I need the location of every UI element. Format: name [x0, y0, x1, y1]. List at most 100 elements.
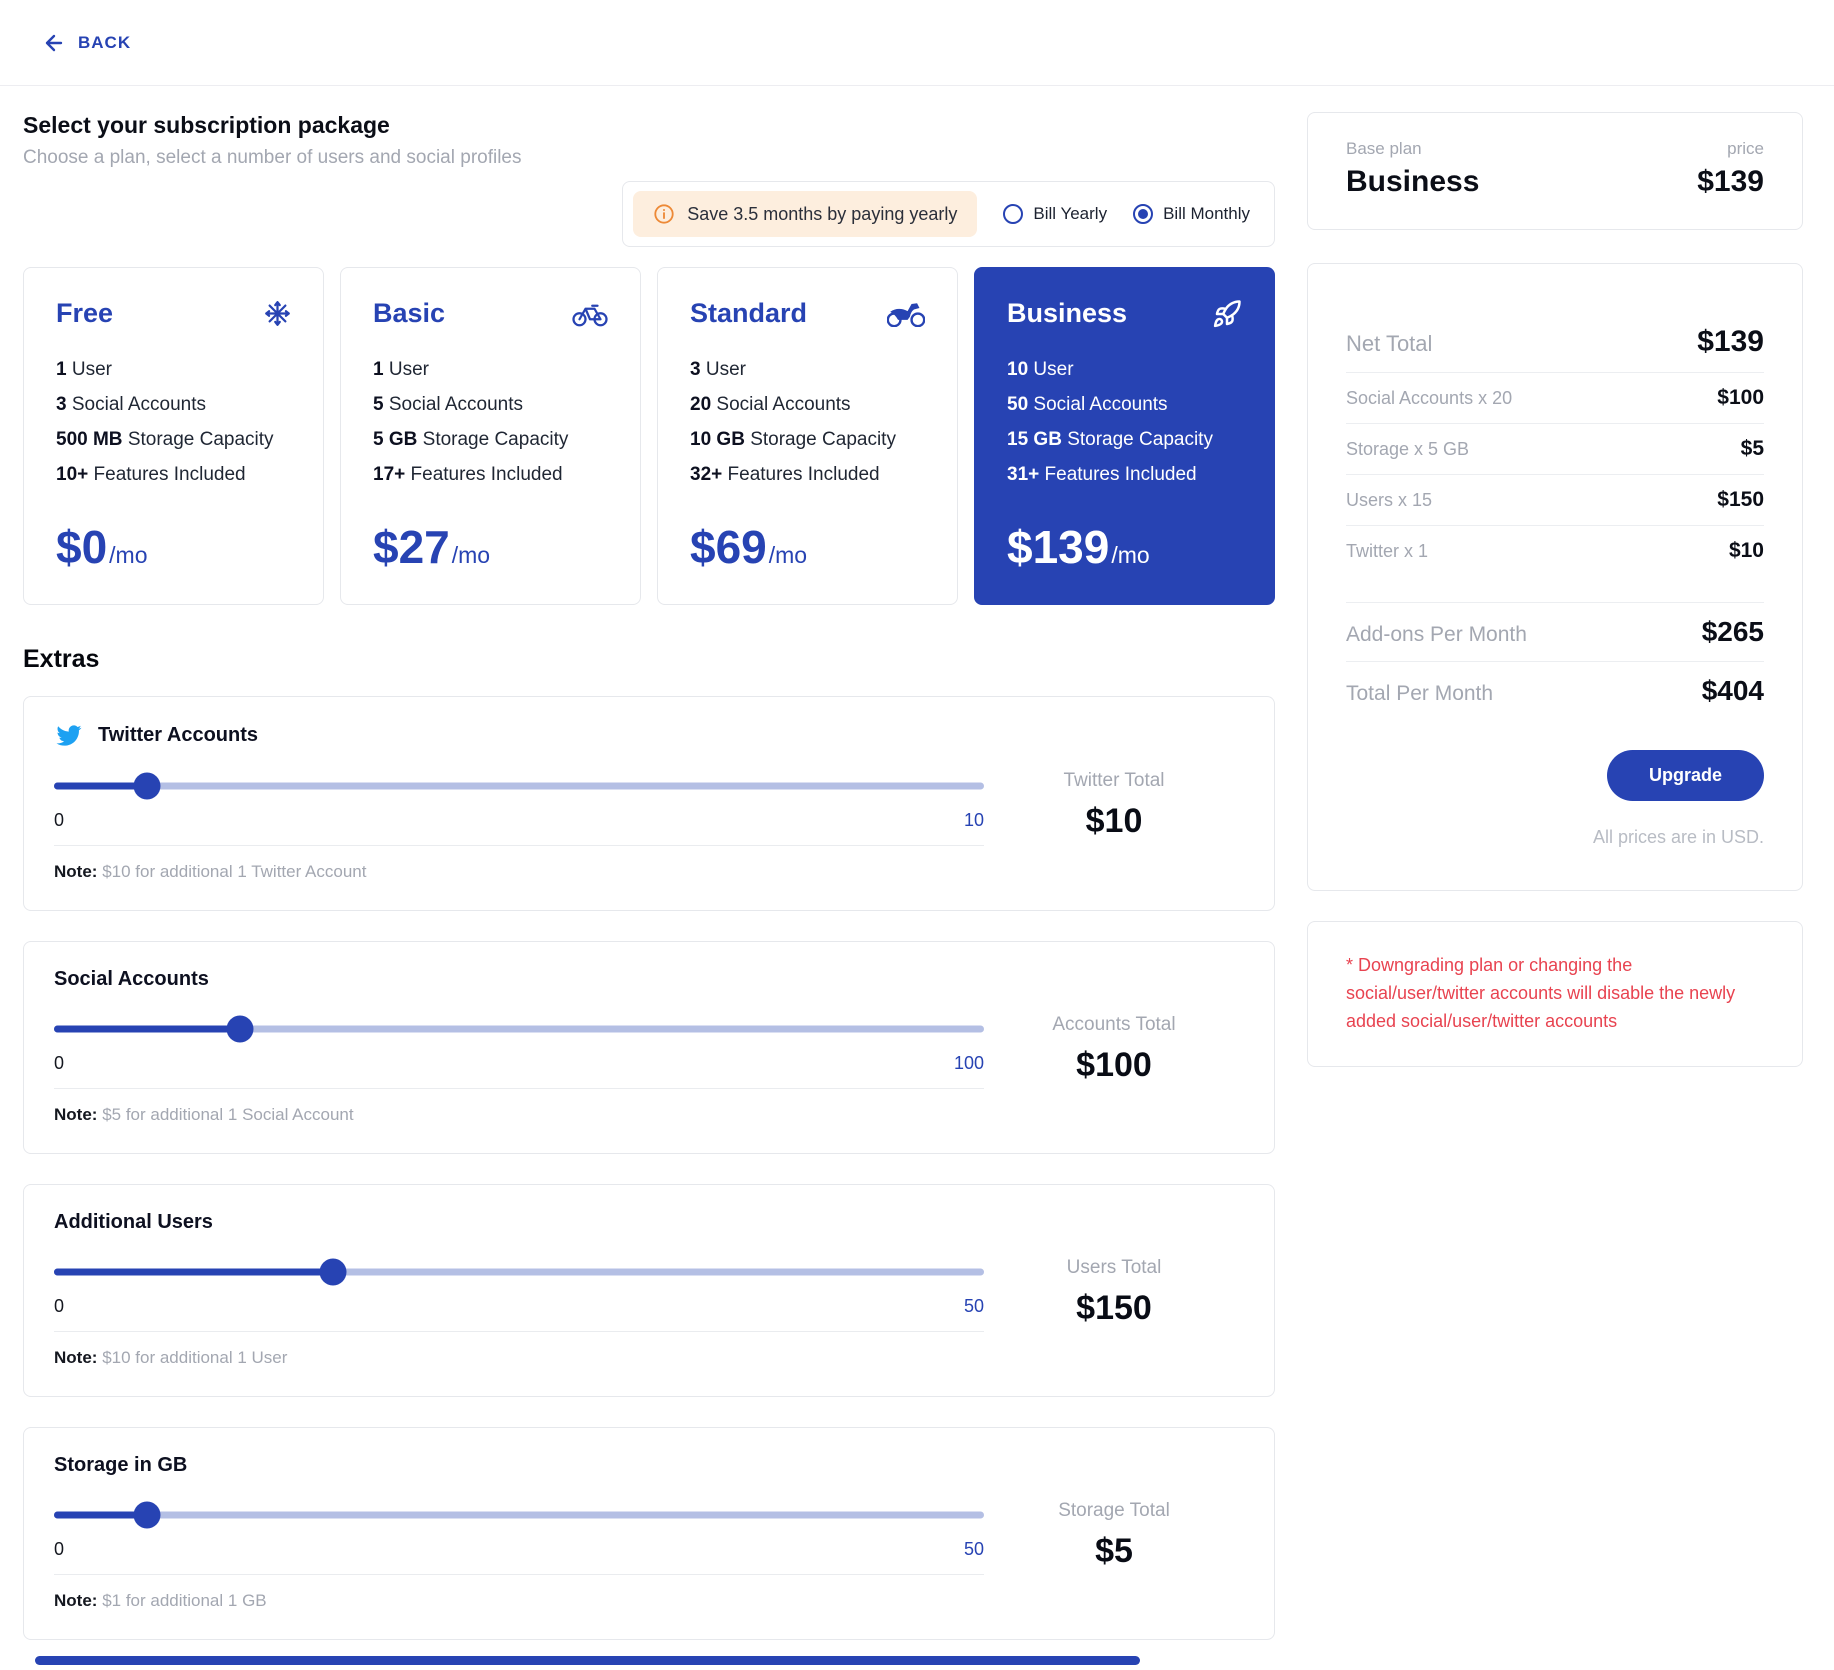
plan-feature: 3 Social Accounts [56, 394, 206, 415]
summary-row: Users x 15 $150 [1346, 488, 1764, 511]
horizontal-scrollbar-thumb[interactable] [35, 1656, 1140, 1665]
extras-heading: Extras [23, 645, 100, 673]
storage-total: Storage Total $5 [984, 1454, 1244, 1611]
bill-yearly-label: Bill Yearly [1033, 204, 1108, 223]
slider-thumb[interactable] [319, 1258, 347, 1286]
slider-range: 0 100 [54, 1053, 984, 1074]
plan-price: $69/mo [690, 521, 808, 573]
plan-feature: 17+ Features Included [373, 464, 563, 485]
plan-card-standard[interactable]: Standard 3 User 20 Social Accounts 10 GB… [657, 267, 958, 605]
plan-card-basic[interactable]: Basic 1 User 5 Social Accounts 5 GB Stor… [340, 267, 641, 605]
users-total: Users Total $150 [984, 1211, 1244, 1368]
extra-note: Note: $10 for additional 1 Twitter Accou… [54, 862, 367, 881]
slider-max-label: 50 [963, 1296, 984, 1316]
extra-label: Twitter Accounts [98, 724, 259, 746]
plan-feature: 1 User [373, 359, 429, 380]
plan-feature: 10 GB Storage Capacity [690, 429, 896, 450]
storage-slider[interactable] [54, 1501, 984, 1529]
total-value: $100 [1076, 1046, 1152, 1084]
plan-feature: 32+ Features Included [690, 464, 880, 485]
extra-card-twitter-accounts: Twitter Accounts 0 10 Note: $10 for addi… [23, 696, 1275, 911]
slider-min-label: 0 [54, 810, 65, 830]
plan-feature: 1 User [56, 359, 112, 380]
back-label: BACK [78, 32, 132, 52]
plan-feature: 20 Social Accounts [690, 394, 851, 415]
total-per-month-value: $404 [1701, 675, 1764, 706]
slider-range: 0 10 [54, 810, 984, 831]
bicycle-icon [572, 301, 608, 327]
arrow-left-icon [42, 31, 66, 55]
plan-name: Standard [690, 298, 808, 328]
currency-note: All prices are in USD. [1592, 827, 1764, 847]
summary-row: Twitter x 1 $10 [1346, 539, 1764, 562]
total-label: Users Total [1066, 1257, 1162, 1278]
plan-feature: 31+ Features Included [1007, 464, 1197, 485]
plan-price: $27/mo [373, 521, 491, 573]
summary-row: Social Accounts x 20 $100 [1346, 386, 1764, 409]
plan-feature: 3 User [690, 359, 746, 380]
plan-card-business[interactable]: Business 10 User 50 Social Accounts 15 G… [974, 267, 1275, 605]
net-total-label: Net Total [1346, 331, 1433, 356]
upgrade-button[interactable]: Upgrade [1606, 750, 1764, 801]
bill-monthly-label: Bill Monthly [1163, 204, 1250, 223]
bill-monthly-radio[interactable]: Bill Monthly [1133, 204, 1250, 224]
extra-card-storage: Storage in GB 0 50 Note: $1 for addition… [23, 1427, 1275, 1640]
summary-row: Storage x 5 GB $5 [1346, 437, 1764, 460]
slider-thumb[interactable] [133, 772, 161, 800]
total-per-month-label: Total Per Month [1346, 682, 1494, 705]
plan-card-free[interactable]: Free 1 User 3 Social Accounts 500 MB Sto… [23, 267, 324, 605]
radio-circle-icon [1133, 204, 1154, 224]
summary-column: Base plan Business price $139 Net Total … [1307, 112, 1803, 1670]
slider-track[interactable] [54, 1511, 984, 1519]
net-total-value: $139 [1697, 325, 1764, 358]
subscription-page: BACK Select your subscription package Ch… [0, 0, 1834, 1670]
slider-thumb[interactable] [133, 1501, 161, 1529]
addons-total-row: Add-ons Per Month $265 [1346, 603, 1764, 661]
slider-fill [54, 1268, 333, 1276]
extra-card-social-accounts: Social Accounts 0 100 Note: $5 for addit… [23, 941, 1275, 1154]
back-button[interactable]: BACK [42, 31, 131, 55]
extra-label: Social Accounts [54, 968, 209, 990]
slider-thumb[interactable] [226, 1015, 254, 1043]
base-plan-name: Business [1346, 165, 1480, 198]
net-total-row: Net Total $139 [1346, 312, 1764, 372]
twitter-accounts-slider[interactable] [54, 772, 984, 800]
billing-toggle-group: Save 3.5 months by paying yearly Bill Ye… [622, 181, 1275, 247]
slider-min-label: 0 [54, 1296, 65, 1316]
plan-feature: 10 User [1007, 359, 1074, 380]
plan-features: 1 User 5 Social Accounts 5 GB Storage Ca… [373, 359, 608, 486]
additional-users-slider[interactable] [54, 1258, 984, 1286]
downgrade-warning: * Downgrading plan or changing the socia… [1307, 921, 1803, 1067]
content: Select your subscription package Choose … [0, 86, 1834, 1670]
warning-text: * Downgrading plan or changing the socia… [1346, 955, 1736, 1031]
slider-track[interactable] [54, 782, 984, 790]
plan-name: Free [56, 298, 114, 328]
base-plan-label: Base plan [1346, 139, 1422, 158]
social-accounts-slider[interactable] [54, 1015, 984, 1043]
extra-label: Additional Users [54, 1211, 213, 1233]
radio-circle-icon [1003, 204, 1024, 224]
page-subtitle: Choose a plan, select a number of users … [23, 147, 522, 168]
plan-feature: 500 MB Storage Capacity [56, 429, 274, 450]
plan-feature: 5 Social Accounts [373, 394, 523, 415]
extra-note: Note: $10 for additional 1 User [54, 1348, 288, 1367]
slider-max-label: 50 [963, 1539, 984, 1559]
addons-label: Add-ons Per Month [1346, 623, 1527, 646]
slider-track[interactable] [54, 1025, 984, 1033]
plan-price: $139/mo [1007, 521, 1150, 573]
save-banner-text: Save 3.5 months by paying yearly [687, 203, 958, 224]
total-label: Accounts Total [1052, 1014, 1176, 1035]
price-label: price [1727, 139, 1764, 158]
extra-card-additional-users: Additional Users 0 50 Note: $10 for addi… [23, 1184, 1275, 1397]
slider-track[interactable] [54, 1268, 984, 1276]
page-title: Select your subscription package [23, 112, 390, 138]
plan-feature: 50 Social Accounts [1007, 394, 1168, 415]
total-value: $150 [1076, 1289, 1152, 1327]
divider [54, 1574, 984, 1575]
billing-row: Save 3.5 months by paying yearly Bill Ye… [23, 181, 1275, 247]
total-label: Storage Total [1058, 1500, 1170, 1521]
info-icon [653, 203, 675, 225]
extra-note: Note: $5 for additional 1 Social Account [54, 1105, 354, 1124]
bill-yearly-radio[interactable]: Bill Yearly [1003, 204, 1107, 224]
